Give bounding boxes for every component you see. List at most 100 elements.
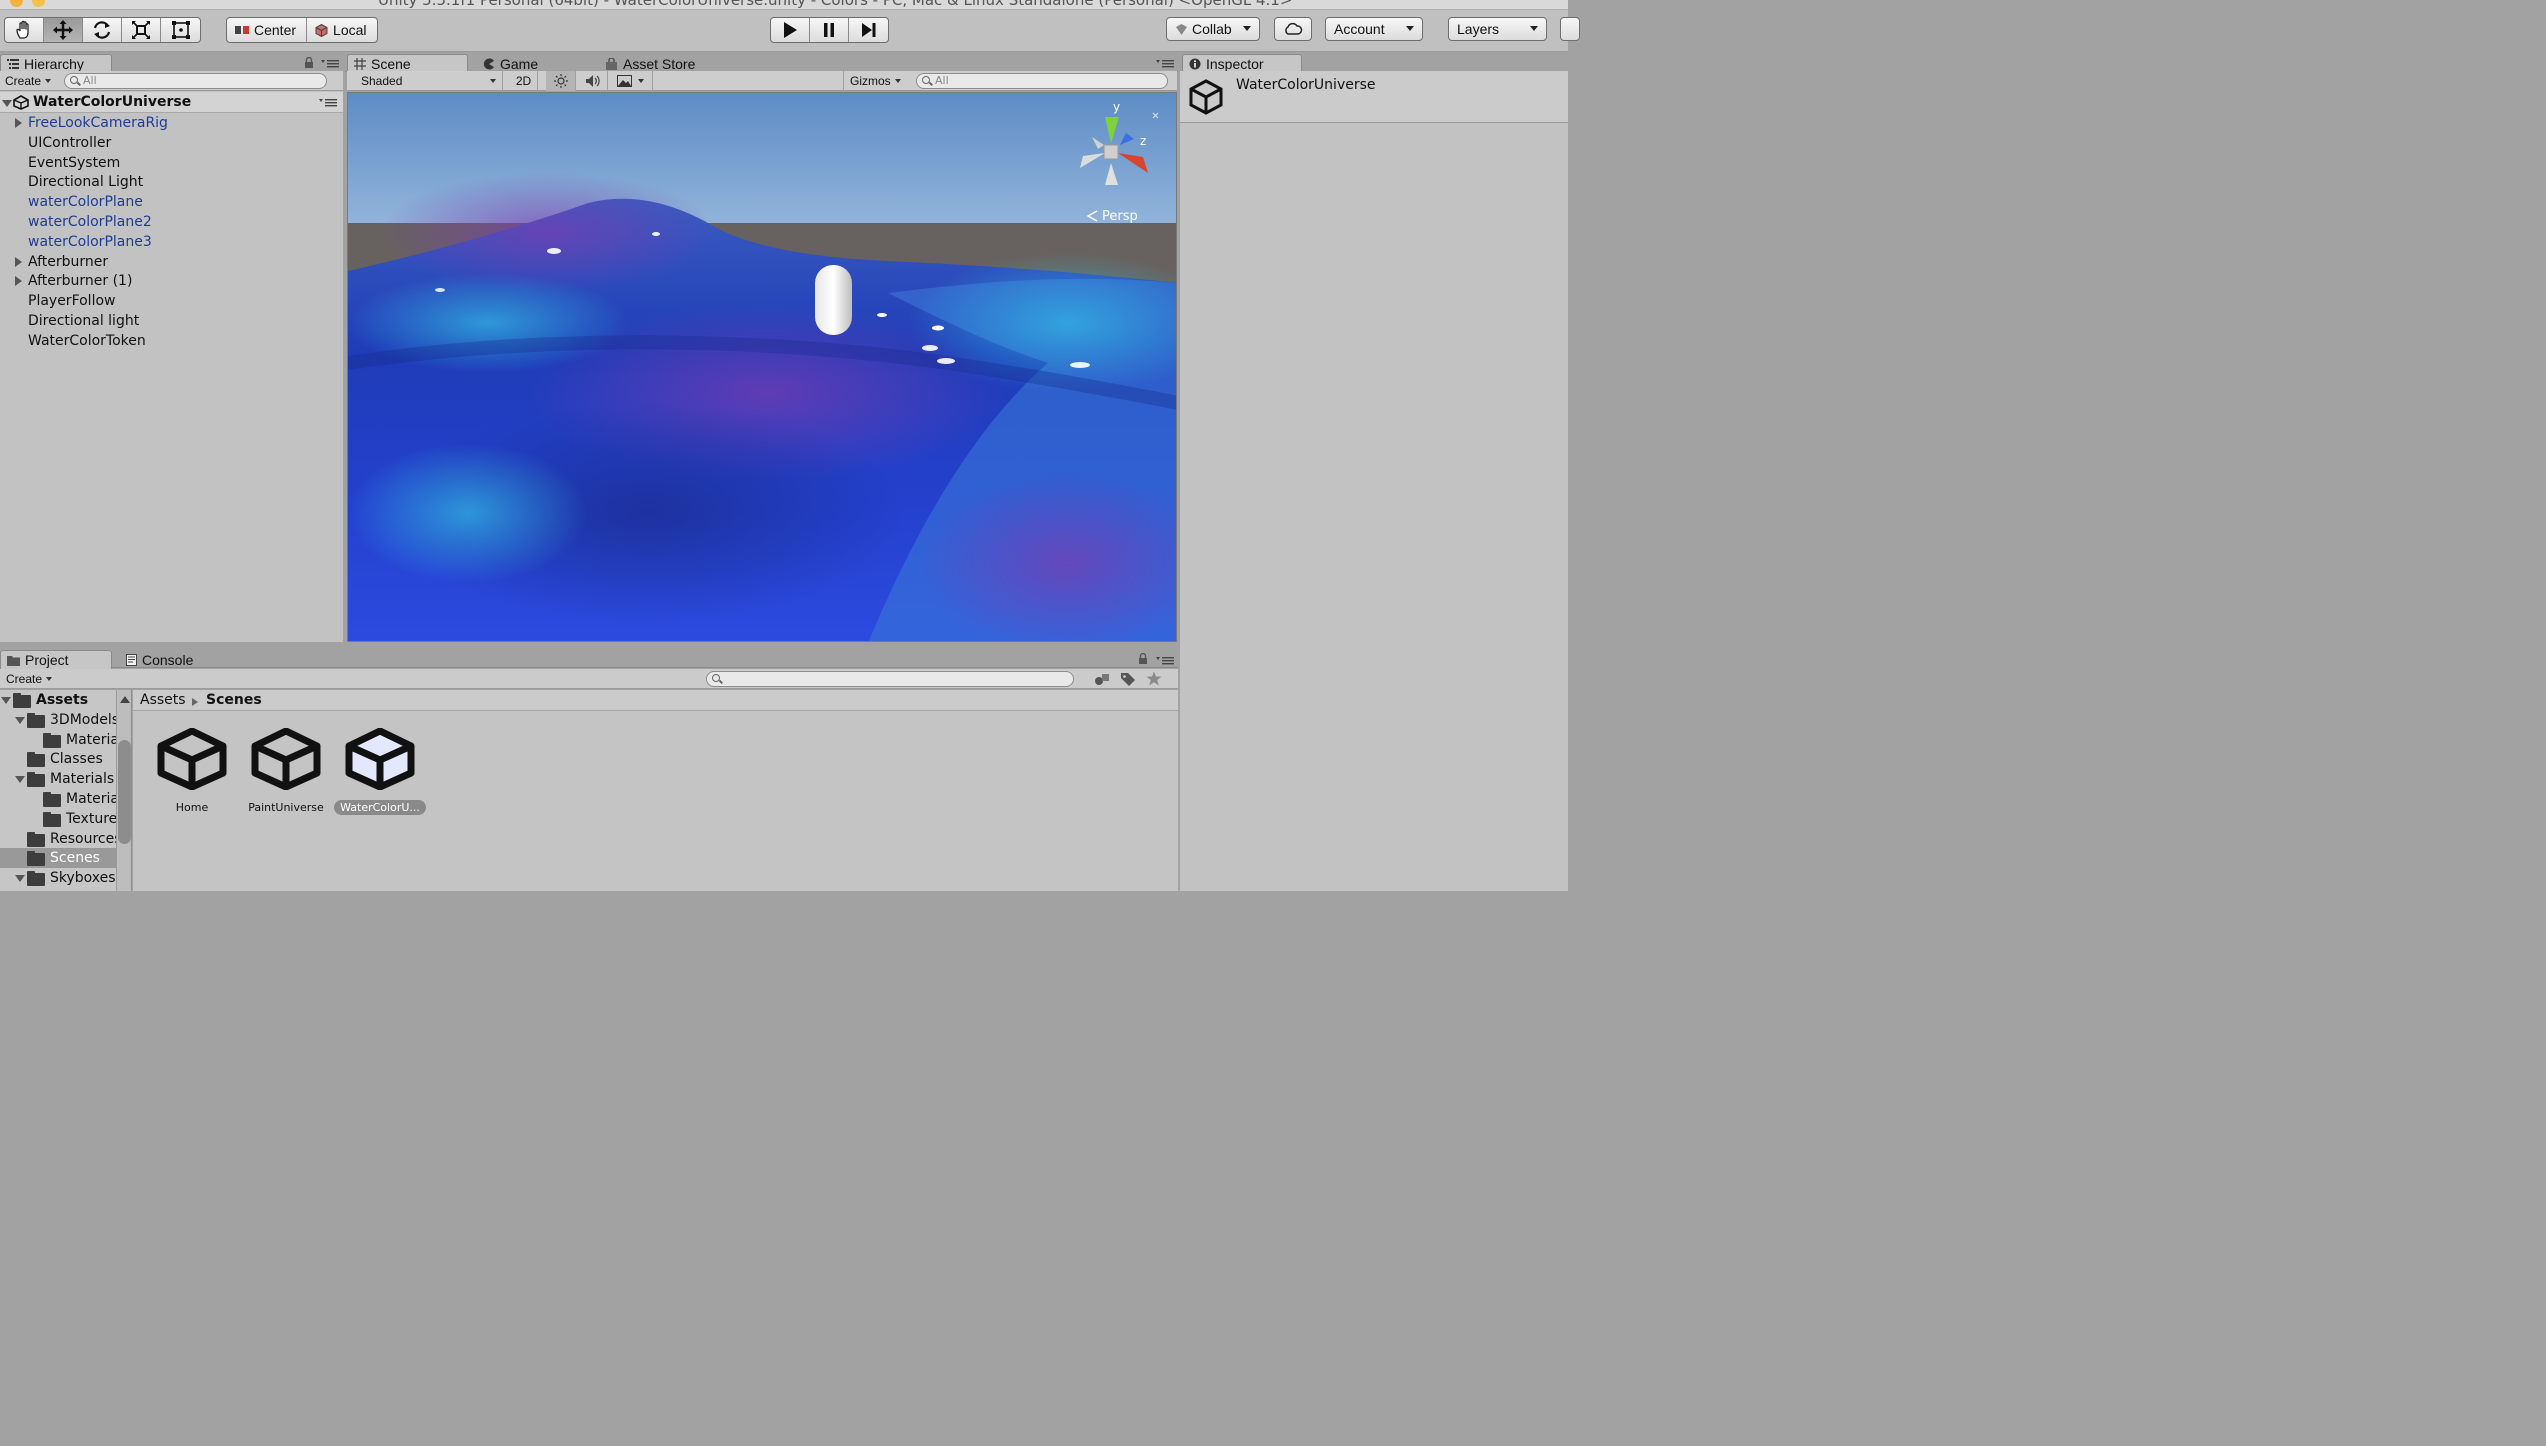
folder-icon bbox=[27, 831, 45, 847]
hierarchy-item[interactable]: FreeLookCameraRig bbox=[28, 113, 168, 133]
play-button[interactable] bbox=[771, 18, 810, 42]
tab-project-label: Project bbox=[25, 652, 69, 668]
cloud-button[interactable] bbox=[1274, 17, 1312, 41]
audio-toggle-button[interactable] bbox=[578, 71, 608, 91]
lighting-toggle-button[interactable] bbox=[546, 71, 576, 91]
hierarchy-item[interactable]: WaterColorToken bbox=[28, 331, 146, 351]
project-tree-item[interactable]: Assets bbox=[36, 690, 88, 710]
breadcrumb-scenes[interactable]: Scenes bbox=[206, 692, 262, 708]
tree-expand-arrow-icon[interactable] bbox=[15, 716, 25, 724]
scene-search-icon bbox=[922, 76, 930, 84]
layers-dropdown[interactable]: Layers bbox=[1448, 17, 1547, 41]
tree-scrollbar-thumb[interactable] bbox=[118, 740, 131, 844]
scene-viewport[interactable]: y z Persp bbox=[347, 92, 1177, 642]
unity-scene-file-icon bbox=[251, 727, 321, 791]
rotate-tool-button[interactable] bbox=[83, 18, 122, 42]
hierarchy-create-label: Create bbox=[5, 74, 42, 88]
tab-project[interactable]: Project bbox=[0, 650, 112, 669]
shading-mode-dropdown[interactable]: Shaded bbox=[353, 71, 503, 91]
speaker-icon bbox=[585, 75, 600, 87]
project-tree-item[interactable]: Skyboxes bbox=[50, 868, 116, 888]
project-tree-item[interactable]: 3DModels bbox=[50, 710, 119, 730]
project-folder-tree: Assets 3DModels Materials Classes Materials M… bbox=[0, 690, 132, 891]
asset-label: Home bbox=[175, 801, 209, 814]
step-button[interactable] bbox=[849, 18, 888, 42]
project-menu-icon[interactable] bbox=[1156, 656, 1174, 665]
lock-icon[interactable] bbox=[304, 57, 314, 68]
hierarchy-item[interactable]: waterColorPlane bbox=[28, 192, 143, 212]
window-title: Unity 5.5.1f1 Personal (64bit) - WaterCo… bbox=[378, 0, 1293, 9]
hierarchy-item[interactable]: Afterburner (1) bbox=[28, 271, 132, 291]
breadcrumb-assets[interactable]: Assets bbox=[140, 692, 186, 708]
minimize-window-icon[interactable] bbox=[32, 0, 45, 7]
move-tool-icon bbox=[53, 20, 73, 40]
collab-dropdown[interactable]: Collab bbox=[1166, 17, 1260, 41]
filter-by-type-icon[interactable] bbox=[1094, 672, 1110, 686]
hierarchy-search-input[interactable]: All bbox=[64, 73, 327, 89]
expand-arrow-icon[interactable] bbox=[15, 118, 22, 128]
gizmos-dropdown[interactable]: Gizmos bbox=[843, 71, 909, 91]
project-tree-item[interactable]: Classes bbox=[50, 749, 103, 769]
panel-menu-icon[interactable] bbox=[321, 59, 339, 68]
project-tree-item[interactable]: Scenes bbox=[50, 848, 100, 868]
expand-arrow-icon[interactable] bbox=[15, 256, 22, 267]
project-tree-item[interactable]: Resources bbox=[50, 829, 122, 849]
collapse-arrow-icon[interactable] bbox=[2, 100, 12, 107]
tree-expand-arrow-icon[interactable] bbox=[1, 697, 11, 704]
project-tree-item[interactable]: Materials bbox=[50, 769, 114, 789]
local-space-icon bbox=[315, 23, 328, 37]
folder-icon bbox=[43, 792, 61, 807]
hierarchy-item[interactable]: EventSystem bbox=[28, 153, 120, 173]
asset-item[interactable]: PaintUniverse bbox=[239, 727, 333, 815]
filter-by-label-icon[interactable] bbox=[1120, 672, 1136, 686]
console-icon bbox=[126, 653, 137, 666]
hierarchy-subbar: Create All bbox=[0, 71, 343, 91]
asset-item[interactable]: Home bbox=[145, 727, 239, 815]
layout-dropdown[interactable] bbox=[1560, 17, 1580, 41]
hierarchy-item[interactable]: Afterburner bbox=[28, 252, 108, 272]
scene-header-row[interactable]: WaterColorUniverse bbox=[0, 92, 343, 113]
pivot-center-button[interactable]: Center bbox=[227, 18, 308, 42]
move-tool-button[interactable] bbox=[44, 18, 83, 42]
hierarchy-create-button[interactable]: Create bbox=[5, 74, 52, 88]
account-dropdown[interactable]: Account bbox=[1325, 17, 1423, 41]
rect-tool-button[interactable] bbox=[161, 18, 200, 42]
tree-expand-arrow-icon[interactable] bbox=[15, 776, 25, 784]
hierarchy-item[interactable]: UIController bbox=[28, 133, 111, 153]
hierarchy-item[interactable]: PlayerFollow bbox=[28, 291, 115, 311]
hierarchy-item[interactable]: Directional Light bbox=[28, 172, 143, 192]
hierarchy-item[interactable]: waterColorPlane2 bbox=[28, 212, 152, 232]
2d-toggle-button[interactable]: 2D bbox=[510, 71, 538, 91]
tree-expand-arrow-icon[interactable] bbox=[15, 875, 25, 883]
effects-dropdown[interactable] bbox=[611, 71, 653, 91]
project-search-input[interactable] bbox=[706, 671, 1074, 687]
pause-button[interactable] bbox=[810, 18, 849, 42]
tab-game-label: Game bbox=[500, 55, 539, 72]
folder-icon bbox=[27, 712, 45, 728]
project-create-button[interactable]: Create bbox=[6, 672, 53, 686]
tab-inspector-label: Inspector bbox=[1206, 56, 1264, 72]
scene-menu-icon[interactable] bbox=[319, 98, 337, 107]
hierarchy-item[interactable]: Directional light bbox=[28, 311, 139, 331]
hand-tool-button[interactable] bbox=[5, 18, 44, 42]
asset-store-bag-icon bbox=[606, 57, 617, 70]
hierarchy-item[interactable]: waterColorPlane3 bbox=[28, 232, 152, 252]
asset-item[interactable]: WaterColorU... bbox=[333, 727, 427, 815]
pivot-local-button[interactable]: Local bbox=[307, 18, 376, 42]
search-icon bbox=[70, 76, 78, 84]
close-window-icon[interactable] bbox=[10, 0, 23, 7]
tree-scrollbar[interactable] bbox=[116, 690, 131, 891]
inspector-header: WaterColorUniverse bbox=[1180, 71, 1568, 123]
favorites-star-icon[interactable] bbox=[1146, 671, 1162, 686]
scene-search-input[interactable]: All bbox=[916, 73, 1168, 89]
project-lock-icon[interactable] bbox=[1138, 653, 1148, 664]
scale-tool-button[interactable] bbox=[122, 18, 161, 42]
scroll-up-arrow-icon[interactable] bbox=[120, 696, 130, 703]
game-pacman-icon bbox=[483, 58, 494, 69]
tab-console[interactable]: Console bbox=[120, 650, 220, 669]
expand-arrow-icon[interactable] bbox=[15, 276, 22, 287]
unity-scene-file-icon bbox=[157, 727, 227, 791]
scene-panel-menu-icon[interactable] bbox=[1156, 59, 1174, 68]
projection-label[interactable]: Persp bbox=[1102, 209, 1138, 224]
project-assets-area: Assets Scenes Home PaintUniverse WaterColo… bbox=[133, 690, 1178, 891]
